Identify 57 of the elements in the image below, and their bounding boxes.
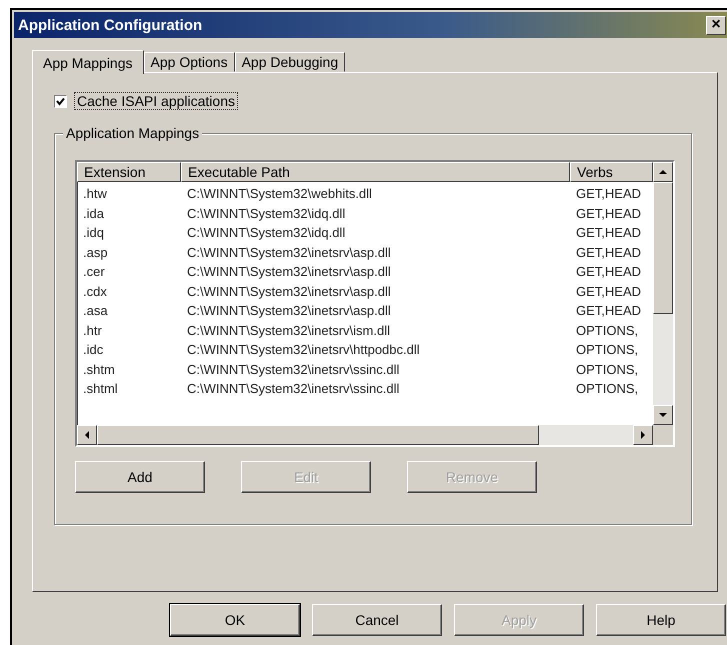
- dialog-button[interactable]: Help: [596, 604, 726, 636]
- table-cell-text: C:\WINNT\System32\webhits.dll: [186, 186, 373, 202]
- table-cell-text: .cer: [82, 264, 106, 280]
- scroll-down-icon[interactable]: [653, 405, 673, 425]
- list-button[interactable]: Add: [75, 461, 205, 493]
- table-cell-text: OPTIONS,: [575, 342, 640, 358]
- table-cell-text: GET,HEAD: [575, 264, 642, 280]
- table-cell-text: C:\WINNT\System32\inetsrv\httpodbc.dll: [186, 342, 421, 358]
- group-title: Application Mappings: [63, 125, 202, 141]
- table-cell-text: .cdx: [82, 284, 108, 299]
- column-header[interactable]: Executable Path: [181, 162, 570, 182]
- table-cell-text: .shtm: [82, 362, 116, 377]
- window-title: Application Configuration: [18, 16, 202, 34]
- table-cell-text: GET,HEAD: [575, 186, 642, 202]
- table-cell-text: C:\WINNT\System32\inetsrv\ssinc.dll: [186, 381, 400, 396]
- table-cell-text: C:\WINNT\System32\inetsrv\ism.dll: [186, 322, 391, 338]
- table-cell-text: .ida: [82, 206, 105, 221]
- column-header[interactable]: Extension: [77, 162, 181, 182]
- table-cell-text: GET,HEAD: [575, 206, 642, 221]
- table-cell-text: GET,HEAD: [575, 244, 642, 260]
- table-cell-text: GET,HEAD: [575, 303, 642, 318]
- table-cell-text: .idq: [82, 225, 105, 240]
- table-cell-text: OPTIONS,: [575, 322, 640, 338]
- horizontal-scrollbar[interactable]: [77, 425, 653, 445]
- scroll-left-icon[interactable]: [77, 425, 97, 445]
- scroll-up-icon[interactable]: [653, 162, 673, 182]
- table-cell-text: .idc: [82, 342, 104, 358]
- column-header[interactable]: Verbs: [570, 162, 653, 182]
- scroll-right-icon[interactable]: [633, 425, 653, 445]
- checkbox[interactable]: [54, 94, 67, 108]
- table-cell-text: C:\WINNT\System32\inetsrv\asp.dll: [186, 264, 392, 280]
- tab[interactable]: App Options: [144, 52, 235, 72]
- scroll-thumb[interactable]: [653, 182, 673, 314]
- table-cell-text: C:\WINNT\System32\inetsrv\ssinc.dll: [186, 362, 400, 377]
- close-button[interactable]: ×: [706, 16, 726, 34]
- table-cell-text: .asa: [82, 303, 109, 318]
- table-cell-text: GET,HEAD: [575, 284, 642, 299]
- checkbox-label[interactable]: Cache ISAPI applications: [75, 93, 237, 109]
- dialog-button[interactable]: Cancel: [312, 604, 442, 636]
- tab[interactable]: App Mappings: [32, 50, 144, 74]
- table-cell-text: .asp: [82, 244, 109, 260]
- scrollbar-corner: [653, 425, 673, 445]
- table-cell-text: .htr: [82, 322, 103, 338]
- table-cell-text: C:\WINNT\System32\inetsrv\asp.dll: [186, 284, 392, 299]
- table-cell-text: .htw: [82, 186, 108, 202]
- table-cell-text: OPTIONS,: [575, 381, 640, 396]
- tab[interactable]: App Debugging: [234, 52, 346, 72]
- scroll-thumb[interactable]: [97, 425, 539, 445]
- table-cell-text: C:\WINNT\System32\inetsrv\asp.dll: [186, 303, 392, 318]
- dialog-button[interactable]: OK: [170, 604, 300, 636]
- table-cell-text: C:\WINNT\System32\inetsrv\asp.dll: [186, 244, 392, 260]
- vertical-scrollbar[interactable]: [653, 162, 673, 445]
- table-cell-text: GET,HEAD: [575, 225, 642, 240]
- table-cell-text: C:\WINNT\System32\idq.dll: [186, 225, 346, 240]
- table-cell-text: C:\WINNT\System32\idq.dll: [186, 206, 346, 221]
- table-cell-text: .shtml: [82, 381, 119, 396]
- table-cell-text: OPTIONS,: [575, 362, 640, 377]
